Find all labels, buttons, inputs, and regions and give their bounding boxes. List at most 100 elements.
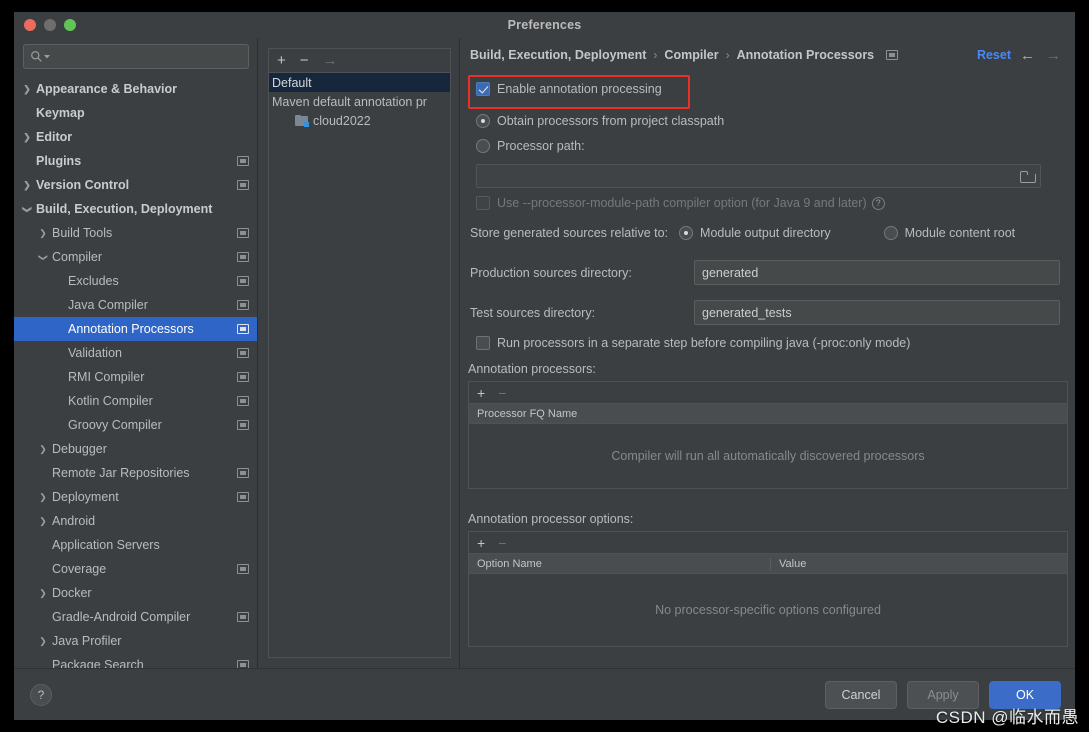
chevron-right-icon[interactable]: ❯ [34,588,52,598]
breadcrumb-part-2[interactable]: Annotation Processors [737,48,875,62]
processors-table-empty-text: Compiler will run all automatically disc… [611,449,925,463]
chevron-down-icon[interactable]: ❯ [18,205,36,214]
use-module-path-row[interactable]: Use --processor-module-path compiler opt… [476,196,885,210]
sidebar-item-android[interactable]: ❯ Android [14,509,257,533]
sidebar-item-appearance-behavior[interactable]: ❯ Appearance & Behavior [14,77,257,101]
sidebar-item-coverage[interactable]: Coverage [14,557,257,581]
add-processor-button[interactable]: + [477,385,485,401]
add-option-button[interactable]: + [477,535,485,551]
main-content: Build, Execution, Deployment › Compiler … [460,38,1075,668]
move-to-profile-button[interactable]: → [323,53,338,68]
remove-processor-button[interactable]: − [498,385,506,401]
test-sources-input[interactable]: generated_tests [694,300,1060,325]
processor-path-radio[interactable] [476,139,490,153]
back-arrow-icon[interactable]: ← [1018,47,1037,64]
list-item[interactable]: Default [269,73,450,92]
chevron-right-icon[interactable]: ❯ [34,228,52,238]
forward-arrow-icon[interactable]: → [1044,47,1063,64]
project-scope-icon [237,228,249,238]
options-table-header: Option Name Value [469,554,1067,574]
sidebar-item-excludes[interactable]: Excludes [14,269,257,293]
settings-tree[interactable]: ❯ Appearance & Behavior Keymap ❯ Editor Plugi… [14,75,257,668]
processor-path-label: Processor path: [497,139,585,153]
sidebar-item-build-execution-deployment[interactable]: ❯ Build, Execution, Deployment [14,197,257,221]
processors-table[interactable]: Processor FQ Name Compiler will run all … [468,403,1068,489]
cancel-button[interactable]: Cancel [825,680,897,709]
obtain-from-classpath-radio[interactable] [476,114,490,128]
sidebar-item-version-control[interactable]: ❯ Version Control [14,173,257,197]
sidebar-item-validation[interactable]: Validation [14,341,257,365]
chevron-right-icon[interactable]: ❯ [34,636,52,646]
add-profile-button[interactable]: + [277,53,286,68]
project-scope-icon [237,348,249,358]
list-item[interactable]: Maven default annotation pr [269,92,450,111]
sidebar-item-annotation-processors[interactable]: Annotation Processors [14,317,257,341]
folder-icon[interactable] [1020,170,1036,183]
processors-table-section: Annotation processors: + − Processor FQ … [468,362,1068,489]
module-list[interactable]: Default Maven default annotation pr cloud2… [268,72,451,658]
list-item[interactable]: cloud2022 [269,111,450,130]
chevron-right-icon[interactable]: ❯ [34,492,52,502]
sidebar-item-gradle-android-compiler[interactable]: Gradle-Android Compiler [14,605,257,629]
help-button[interactable]: ? [30,683,52,706]
project-scope-icon [237,276,249,286]
use-module-path-checkbox[interactable] [476,196,490,210]
sidebar-item-docker[interactable]: ❯ Docker [14,581,257,605]
enable-annotation-processing-row[interactable]: Enable annotation processing [476,82,662,96]
options-table[interactable]: Option Name Value No processor-specific … [468,553,1068,647]
chevron-right-icon[interactable]: ❯ [18,84,36,94]
breadcrumb-part-1[interactable]: Compiler [664,48,718,62]
sidebar-item-remote-jar-repositories[interactable]: Remote Jar Repositories [14,461,257,485]
sidebar-item-debugger[interactable]: ❯ Debugger [14,437,257,461]
project-scope-icon [237,420,249,430]
sidebar-item-application-servers[interactable]: Application Servers [14,533,257,557]
sidebar-item-plugins[interactable]: Plugins [14,149,257,173]
production-sources-input[interactable]: generated [694,260,1060,285]
sidebar-item-deployment[interactable]: ❯ Deployment [14,485,257,509]
module-content-root-radio[interactable] [883,226,898,240]
sidebar-item-compiler[interactable]: ❯ Compiler [14,245,257,269]
breadcrumb-part-0[interactable]: Build, Execution, Deployment [470,48,646,62]
remove-profile-button[interactable]: − [300,53,309,68]
production-sources-row: Production sources directory: generated [470,260,1065,285]
sidebar-item-build-tools[interactable]: ❯ Build Tools [14,221,257,245]
sidebar-item-label: Gradle-Android Compiler [52,610,191,624]
module-folder-icon [295,115,309,127]
sidebar-item-java-profiler[interactable]: ❯ Java Profiler [14,629,257,653]
chevron-right-icon[interactable]: ❯ [34,444,52,454]
sidebar-item-java-compiler[interactable]: Java Compiler [14,293,257,317]
search-input[interactable] [23,44,249,69]
processor-path-input[interactable] [476,164,1041,188]
store-relative-label: Store generated sources relative to: [470,226,669,240]
sidebar-item-groovy-compiler[interactable]: Groovy Compiler [14,413,257,437]
sidebar-item-label: Application Servers [52,538,160,552]
chevron-right-icon[interactable]: ❯ [18,180,36,190]
sidebar-item-label: Validation [68,346,122,360]
sidebar-item-label: Package Search [52,658,144,668]
use-module-path-label: Use --processor-module-path compiler opt… [497,196,867,210]
separate-step-checkbox[interactable] [476,336,490,350]
enable-annotation-processing-checkbox[interactable] [476,82,490,96]
chevron-right-icon[interactable]: ❯ [18,132,36,142]
project-scope-icon [237,492,249,502]
module-output-directory-radio[interactable] [679,226,694,240]
sidebar-item-label: Appearance & Behavior [36,82,178,96]
sidebar-item-package-search[interactable]: Package Search [14,653,257,668]
module-panel: + − → Default Maven default annotation pr… [258,38,460,668]
obtain-processors-row[interactable]: Obtain processors from project classpath [476,114,724,128]
project-scope-icon [237,300,249,310]
sidebar-item-keymap[interactable]: Keymap [14,101,257,125]
processor-path-row[interactable]: Processor path: [476,139,585,153]
chevron-down-icon[interactable]: ❯ [34,253,52,262]
help-icon[interactable]: ? [871,196,885,210]
reset-link[interactable]: Reset [977,48,1011,62]
sidebar-item-kotlin-compiler[interactable]: Kotlin Compiler [14,389,257,413]
sidebar-item-rmi-compiler[interactable]: RMI Compiler [14,365,257,389]
project-scope-icon [237,252,249,262]
remove-option-button[interactable]: − [498,535,506,551]
chevron-right-icon[interactable]: ❯ [34,516,52,526]
separate-step-row[interactable]: Run processors in a separate step before… [476,336,910,350]
project-scope-icon [237,372,249,382]
enable-annotation-processing-label: Enable annotation processing [497,82,662,96]
sidebar-item-editor[interactable]: ❯ Editor [14,125,257,149]
